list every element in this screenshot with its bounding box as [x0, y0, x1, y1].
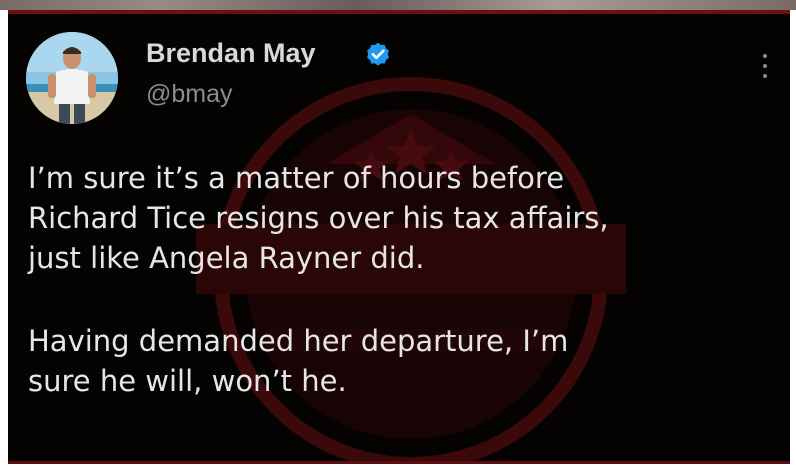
author-handle[interactable]: @bmay — [146, 80, 233, 109]
more-options-icon[interactable] — [756, 54, 774, 88]
profile-photo-icon — [26, 32, 118, 124]
verified-badge-icon — [367, 42, 389, 66]
author-name[interactable]: Brendan May — [146, 38, 316, 69]
tweet-line: sure he will, won’t he. — [28, 364, 347, 398]
tweet-line: just like Angela Rayner did. — [28, 241, 425, 275]
tweet-card: Brendan May @bmay I’m sure it’s a matter… — [8, 10, 790, 464]
tweet-line: I’m sure it’s a matter of hours before — [28, 161, 565, 195]
cropped-top-edge — [0, 0, 796, 10]
screenshot-frame: Brendan May @bmay I’m sure it’s a matter… — [0, 0, 796, 471]
tweet-paragraph-1: I’m sure it’s a matter of hours before R… — [28, 158, 778, 278]
tweet-line: Richard Tice resigns over his tax affair… — [28, 201, 609, 235]
tweet-text: I’m sure it’s a matter of hours before R… — [28, 158, 778, 401]
avatar[interactable] — [26, 32, 118, 124]
tweet-line: Having demanded her departure, I’m — [28, 324, 569, 358]
tweet-paragraph-2: Having demanded her departure, I’m sure … — [28, 321, 778, 401]
